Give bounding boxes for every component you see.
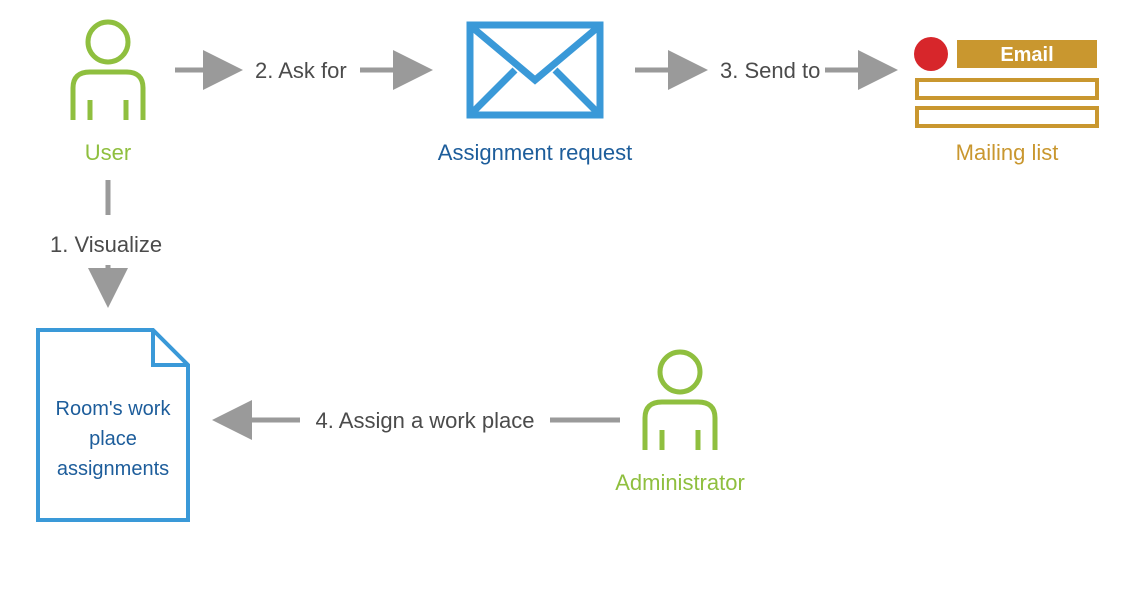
assignment-request-node: Assignment request xyxy=(438,25,632,165)
user-icon xyxy=(73,22,143,120)
mailing-list-node: Email Mailing list xyxy=(914,37,1097,165)
edge-visualize: 1. Visualize xyxy=(50,180,162,300)
mailing-list-icon: Email xyxy=(914,37,1097,126)
edge-assign-label: 4. Assign a work place xyxy=(316,408,535,433)
document-line3: assignments xyxy=(57,458,169,480)
document-node: Room's work place assignments xyxy=(38,330,188,520)
edge-ask-for: 2. Ask for xyxy=(175,58,425,83)
edge-ask-for-label: 2. Ask for xyxy=(255,58,347,83)
edge-send-to: 3. Send to xyxy=(635,58,890,83)
edge-assign: 4. Assign a work place xyxy=(220,408,620,433)
document-icon: Room's work place assignments xyxy=(38,330,188,520)
mailing-list-label: Mailing list xyxy=(956,140,1059,165)
administrator-icon xyxy=(645,352,715,450)
user-label: User xyxy=(85,140,131,165)
assignment-request-label: Assignment request xyxy=(438,140,632,165)
administrator-node: Administrator xyxy=(615,352,745,495)
user-node: User xyxy=(73,22,143,165)
edge-send-to-label: 3. Send to xyxy=(720,58,820,83)
document-line1: Room's work xyxy=(56,398,172,420)
notification-dot-icon xyxy=(914,37,948,71)
edge-visualize-label: 1. Visualize xyxy=(50,232,162,257)
mailing-list-badge: Email xyxy=(1000,44,1053,66)
administrator-label: Administrator xyxy=(615,470,745,495)
envelope-icon xyxy=(470,25,600,115)
document-line2: place xyxy=(89,428,137,450)
